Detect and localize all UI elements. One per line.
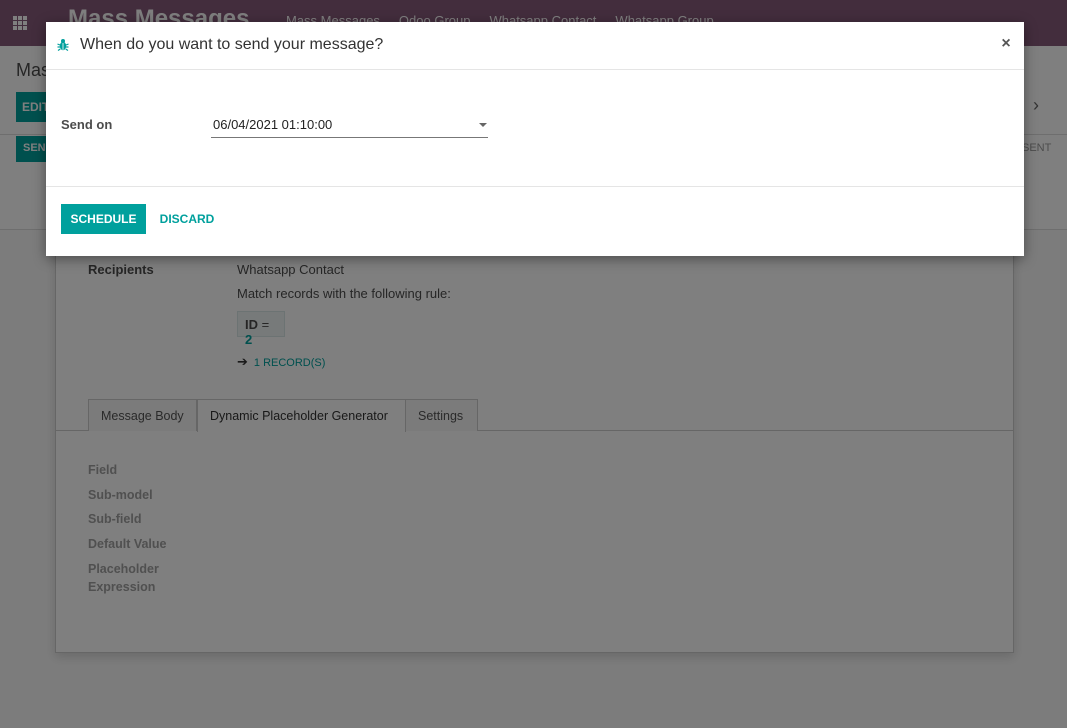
close-icon[interactable]: × bbox=[998, 35, 1014, 53]
discard-button[interactable]: DISCARD bbox=[154, 204, 220, 234]
schedule-dialog: When do you want to send your message? ×… bbox=[46, 22, 1024, 256]
dialog-body: Send on bbox=[46, 70, 1024, 187]
caret-down-icon[interactable] bbox=[479, 123, 487, 127]
dialog-footer: SCHEDULE DISCARD bbox=[46, 187, 1024, 256]
dialog-title: When do you want to send your message? bbox=[80, 36, 384, 53]
dialog-header: When do you want to send your message? × bbox=[46, 22, 1024, 70]
send-on-datetime-input[interactable] bbox=[211, 112, 488, 138]
bug-icon bbox=[57, 39, 69, 52]
send-on-label: Send on bbox=[61, 117, 113, 132]
schedule-button[interactable]: SCHEDULE bbox=[61, 204, 146, 234]
